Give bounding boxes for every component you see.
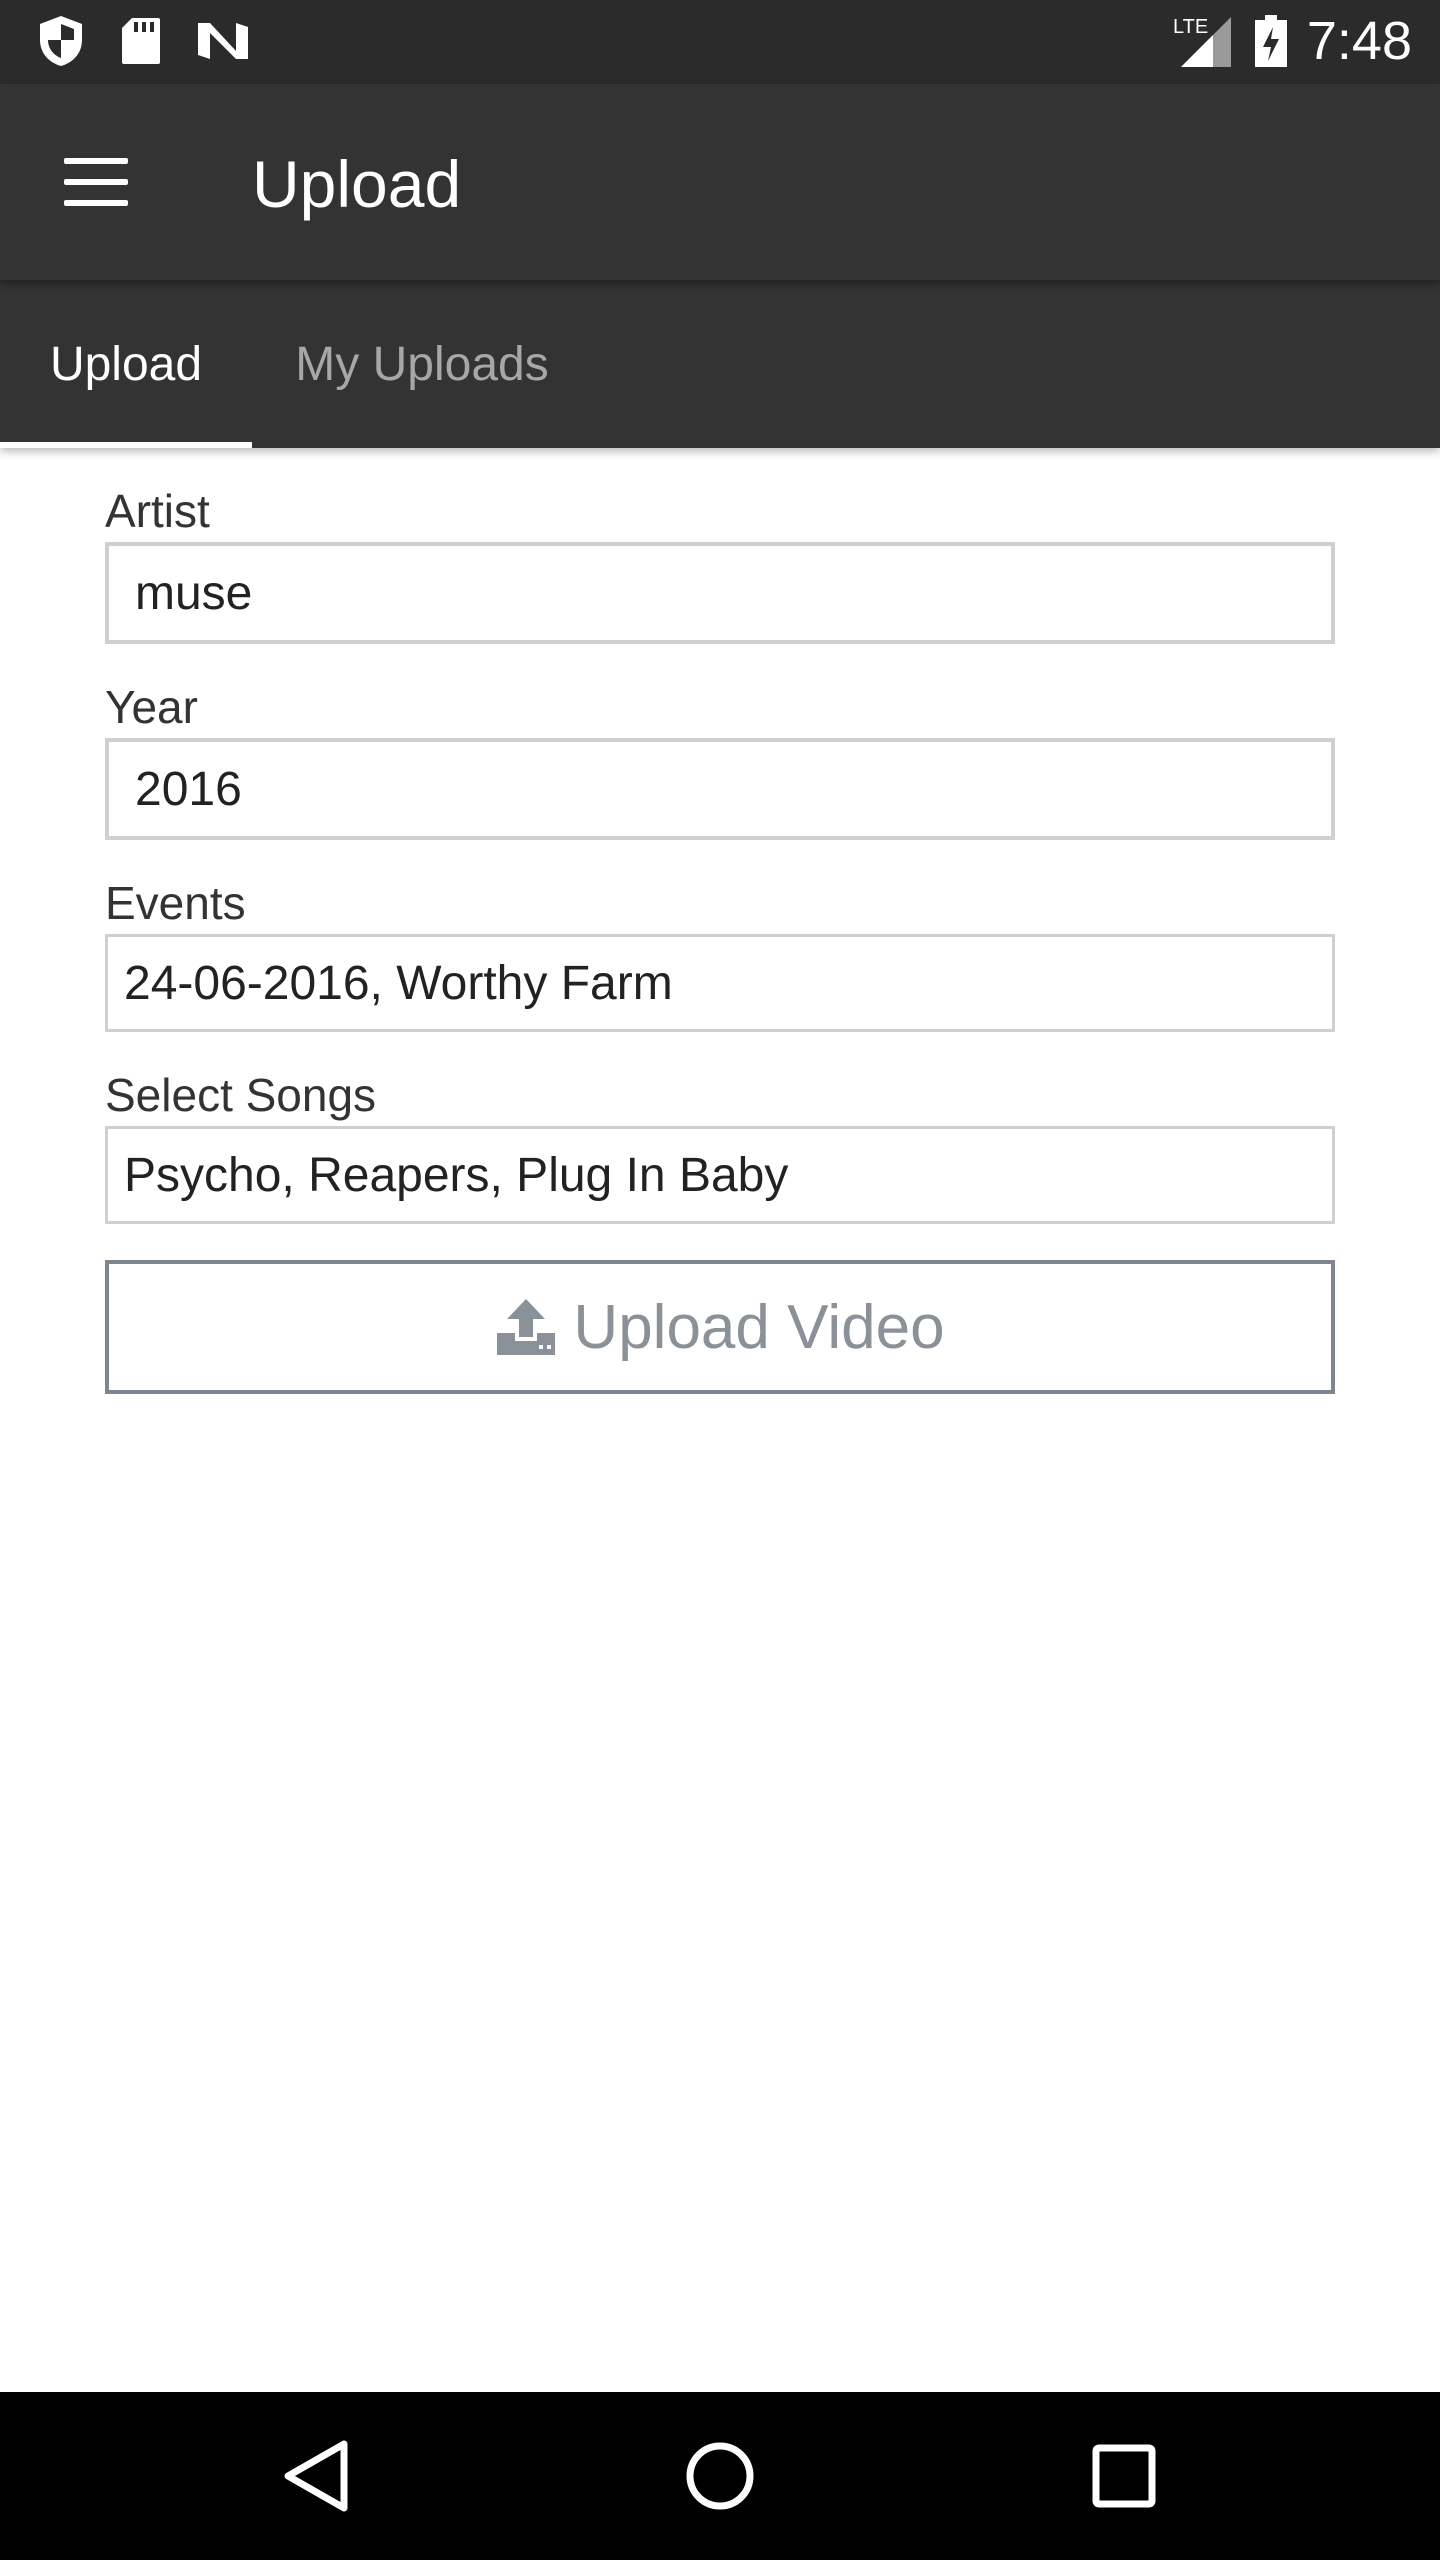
tab-selected-indicator [0, 442, 252, 448]
select-songs-input[interactable] [105, 1126, 1335, 1224]
upload-icon [497, 1299, 556, 1355]
artist-label: Artist [105, 485, 210, 537]
events-label: Events [105, 877, 246, 929]
upload-video-button[interactable]: Upload Video [105, 1260, 1335, 1394]
year-input[interactable] [105, 738, 1335, 840]
signal-icon: LTE [1173, 16, 1231, 67]
shield-icon [40, 16, 82, 66]
status-icons-left [36, 14, 250, 68]
artist-input[interactable] [105, 542, 1335, 644]
sd-card-icon [122, 18, 160, 64]
hamburger-menu-icon[interactable] [60, 154, 136, 210]
page-title: Upload [252, 147, 462, 221]
select-songs-label: Select Songs [105, 1069, 377, 1121]
events-input[interactable] [105, 934, 1335, 1032]
home-icon[interactable] [670, 2426, 770, 2526]
status-icons-right: LTE 7:48 [1173, 10, 1412, 72]
app-bar: Upload [0, 84, 1440, 280]
year-label: Year [105, 681, 198, 733]
upload-video-label: Upload Video [573, 1292, 945, 1362]
tab-upload[interactable]: Upload [0, 280, 252, 448]
back-icon[interactable] [266, 2426, 366, 2526]
n-logo-icon [198, 23, 248, 59]
status-time: 7:48 [1306, 11, 1412, 71]
network-type-label: LTE [1173, 16, 1208, 38]
recents-icon[interactable] [1074, 2426, 1174, 2526]
upload-form: Artist Year Events Select Songs Upload V… [105, 448, 1335, 1394]
system-nav-bar [0, 2392, 1440, 2560]
status-bar: LTE 7:48 [0, 0, 1440, 84]
tab-bar: Upload My Uploads [0, 280, 1440, 448]
battery-icon [1254, 15, 1287, 67]
tab-my-uploads[interactable]: My Uploads [252, 280, 592, 448]
